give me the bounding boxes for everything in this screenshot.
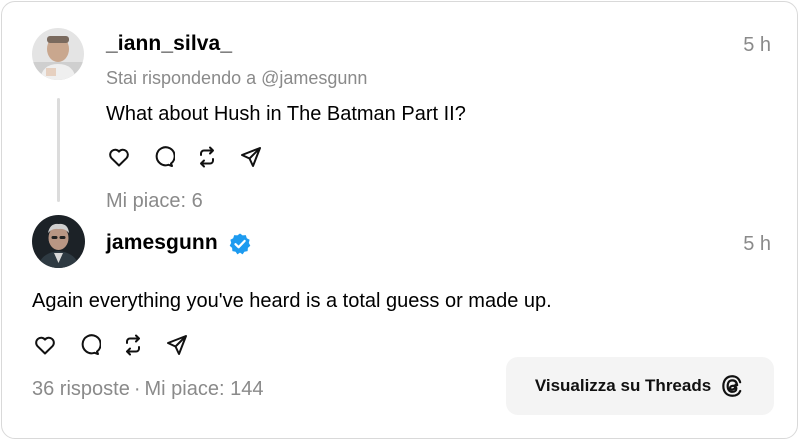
main-timestamp[interactable]: 5 h — [743, 233, 771, 256]
verified-badge-icon — [229, 233, 251, 255]
repost-icon — [200, 146, 214, 168]
avatar-jamesgunn[interactable] — [32, 215, 85, 268]
reply-timestamp[interactable]: 5 h — [743, 34, 771, 57]
avatar-iann-silva[interactable] — [32, 28, 84, 80]
repost-button[interactable] — [120, 332, 146, 358]
main-stats: 36 risposte · Mi piace: 144 — [32, 378, 263, 401]
main-username[interactable]: jamesgunn — [106, 231, 218, 255]
share-icon — [167, 335, 187, 355]
comment-icon — [155, 146, 175, 167]
like-button[interactable] — [106, 144, 132, 170]
main-likes-count[interactable]: Mi piace: 144 — [145, 378, 264, 400]
heart-icon — [109, 148, 129, 167]
main-post-text: Again everything you've heard is a total… — [32, 290, 552, 312]
view-on-threads-button[interactable]: Visualizza su Threads — [506, 357, 774, 415]
replying-to-label: Stai rispondendo a @jamesgunn — [106, 68, 368, 88]
heart-icon — [35, 336, 55, 355]
threads-logo-icon — [722, 375, 742, 397]
reply-likes-count[interactable]: Mi piace: 6 — [106, 190, 203, 213]
reply-username[interactable]: _iann_silva_ — [106, 32, 232, 56]
comment-button[interactable] — [150, 144, 176, 170]
main-action-bar — [32, 332, 190, 358]
reply-text: What about Hush in The Batman Part II? — [106, 103, 466, 125]
share-button[interactable] — [164, 332, 190, 358]
thread-connector-line — [57, 98, 60, 202]
stats-separator: · — [133, 378, 141, 400]
share-button[interactable] — [238, 144, 264, 170]
comment-icon — [81, 334, 101, 355]
view-on-threads-label: Visualizza su Threads — [534, 376, 712, 395]
repost-icon — [126, 334, 140, 356]
comment-button[interactable] — [76, 332, 102, 358]
threads-embed-card: _iann_silva_ 5 h Stai rispondendo a @jam… — [1, 1, 798, 439]
share-icon — [241, 147, 261, 167]
like-button[interactable] — [32, 332, 58, 358]
repost-button[interactable] — [194, 144, 220, 170]
reply-action-bar — [106, 144, 264, 170]
replies-count[interactable]: 36 risposte — [32, 378, 130, 400]
